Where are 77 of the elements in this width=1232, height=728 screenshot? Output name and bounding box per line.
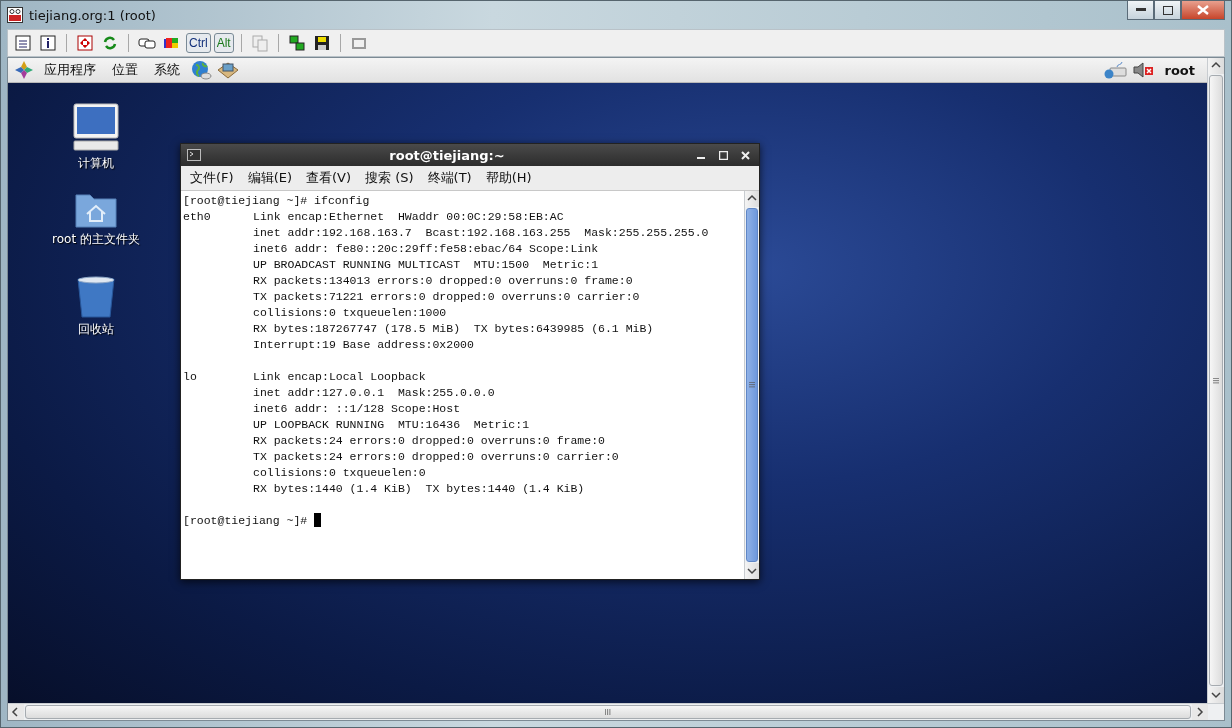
output-line: UP LOOPBACK RUNNING MTU:16436 Metric:1 <box>253 417 530 433</box>
scrollbar-thumb[interactable] <box>1209 75 1223 686</box>
computer-icon <box>72 103 120 153</box>
menu-item[interactable]: 搜索 (S) <box>360 169 419 187</box>
copy-icon <box>250 34 269 52</box>
grip-icon <box>748 382 756 388</box>
scrollbar-thumb[interactable] <box>25 705 1191 719</box>
scroll-up-button[interactable] <box>745 191 759 207</box>
menu-item[interactable]: 查看(V) <box>301 169 357 187</box>
minimize-icon <box>1135 8 1146 12</box>
output-line: inet6 addr: ::1/128 Scope:Host <box>253 401 461 417</box>
grip-icon <box>605 708 611 716</box>
interface-name: eth0 <box>183 210 211 223</box>
close-icon <box>1197 5 1209 15</box>
output-line: RX bytes:187267747 (178.5 MiB) TX bytes:6439985 (6.1 MiB) <box>253 321 654 337</box>
alt-key-button[interactable]: Alt <box>213 33 234 53</box>
user-name: root <box>1163 62 1196 78</box>
terminal-icon <box>187 149 201 161</box>
scroll-up-button[interactable] <box>1208 58 1224 74</box>
output-line: inet6 addr: fe80::20c:29ff:fe58:ebac/64 Scope:Link <box>253 241 599 257</box>
panel-menu[interactable]: 应用程序 <box>38 61 102 79</box>
refresh-icon <box>101 34 119 52</box>
output-line: inet addr:127.0.0.1 Mask:255.0.0.0 <box>253 385 495 401</box>
desktop-icon-label[interactable]: 计算机 <box>78 155 114 172</box>
save-icon <box>312 34 331 52</box>
trash-icon <box>74 275 118 319</box>
logo-icon <box>14 60 34 80</box>
close-button[interactable] <box>1181 1 1225 20</box>
ctrl-key-button[interactable]: Ctrl <box>186 33 211 53</box>
interface-name: lo <box>183 370 197 383</box>
scrollbar-thumb[interactable] <box>746 208 758 562</box>
output-line: collisions:0 txqueuelen:1000 <box>253 305 447 321</box>
scroll-down-button[interactable] <box>1208 687 1224 703</box>
output-line: collisions:0 txqueuelen:0 <box>253 465 426 481</box>
document-icon <box>14 34 32 52</box>
menu-item[interactable]: 文件(F) <box>185 169 239 187</box>
window-title: tiejiang.org:1 (root) <box>29 7 157 23</box>
globe-icon[interactable] <box>190 60 212 80</box>
grip-icon <box>1212 377 1220 384</box>
desktop-icon-label[interactable]: root 的主文件夹 <box>52 231 140 248</box>
panel-menu[interactable]: 系统 <box>148 61 186 79</box>
panel-menu[interactable]: 位置 <box>106 61 144 79</box>
fullscreen-icon <box>76 34 94 52</box>
info-button[interactable] <box>37 32 59 54</box>
mail-icon[interactable] <box>216 60 240 80</box>
scroll-left-button[interactable] <box>8 704 24 720</box>
maximize-button[interactable] <box>1154 1 1181 20</box>
info-icon <box>39 34 57 52</box>
scroll-right-button[interactable] <box>1192 704 1208 720</box>
menu-item[interactable]: 编辑(E) <box>242 169 297 187</box>
output-line: TX packets:24 errors:0 dropped:0 overruns:0 carrier:0 <box>253 449 619 465</box>
output-line: RX packets:24 errors:0 dropped:0 overruns:0 frame:0 <box>253 433 605 449</box>
desktop-icon-label[interactable]: 回收站 <box>78 321 114 338</box>
output-line: inet addr:192.168.163.7 Bcast:192.168.163.255 Mask:255.255.255.0 <box>253 225 709 241</box>
output-line: RX bytes:1440 (1.4 KiB) TX bytes:1440 (1.4 KiB) <box>253 481 585 497</box>
output-line: Link encap:Local Loopback <box>253 369 426 385</box>
menu-item[interactable]: 帮助(H) <box>480 169 537 187</box>
prompt-line: [root@tiejiang ~]# <box>183 513 308 529</box>
maximize-icon <box>718 150 728 160</box>
maximize-icon <box>1162 5 1173 15</box>
output-line: Link encap:Ethernet HWaddr 00:0C:29:58:EB:AC <box>253 209 564 225</box>
output-line: UP BROADCAST RUNNING MULTICAST MTU:1500 Metric:1 <box>253 257 599 273</box>
terminal-title: root@tiejiang:~ <box>388 147 506 163</box>
volume-muted-icon <box>1130 61 1155 79</box>
app-icon <box>7 7 23 23</box>
output-line: RX packets:134013 errors:0 dropped:0 overruns:0 frame:0 <box>253 273 633 289</box>
output-line: Interrupt:19 Base address:0x2000 <box>253 337 474 353</box>
menu-item[interactable]: 终端(T) <box>422 169 477 187</box>
prompt-line: [root@tiejiang ~]# ifconfig <box>183 193 370 209</box>
close-icon <box>740 150 750 160</box>
transfer-icon <box>287 34 306 52</box>
minimize-button[interactable] <box>1127 1 1154 20</box>
output-line: TX packets:71221 errors:0 dropped:0 overruns:0 carrier:0 <box>253 289 640 305</box>
scroll-down-button[interactable] <box>745 563 759 579</box>
fullscreen-button[interactable] <box>74 32 96 54</box>
keys-icon <box>137 35 157 51</box>
network-icon <box>1102 61 1127 79</box>
